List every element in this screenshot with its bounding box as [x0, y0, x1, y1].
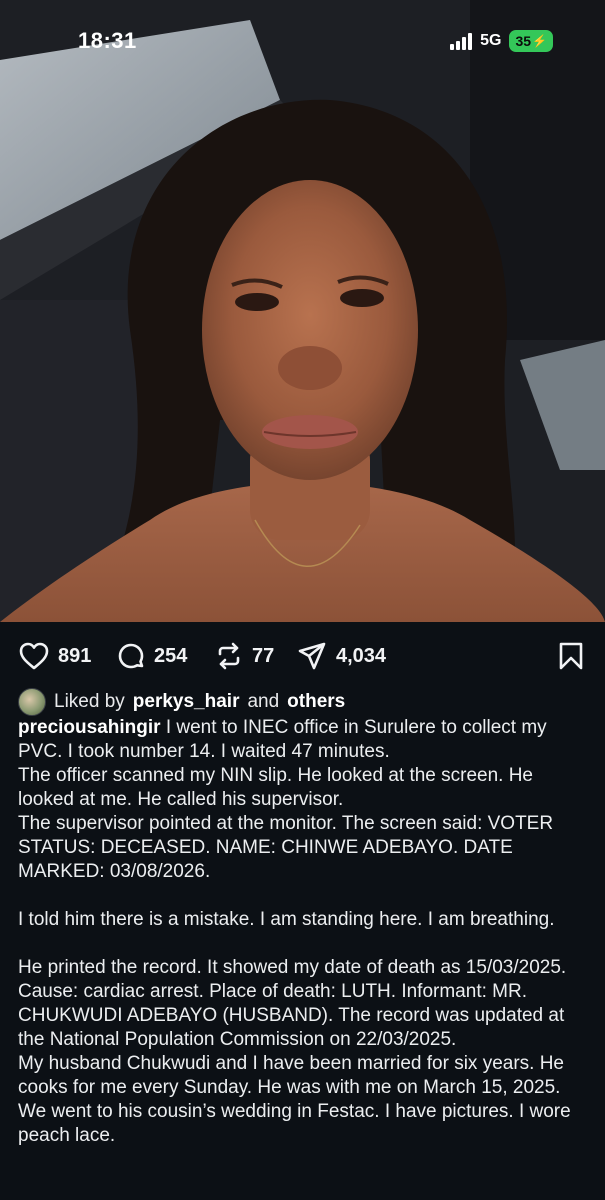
- share-button[interactable]: 4,034: [296, 640, 386, 672]
- heart-icon: [19, 642, 49, 670]
- battery-indicator: 35 ⚡: [509, 30, 553, 52]
- liked-by-row[interactable]: Liked by perkys_hair and others: [18, 686, 345, 718]
- caption-paragraph: The supervisor pointed at the monitor. T…: [18, 813, 554, 882]
- liked-by-others[interactable]: others: [287, 691, 345, 713]
- signal-strength-icon: [450, 32, 473, 50]
- send-icon: [298, 642, 326, 670]
- status-indicators: 5G 35 ⚡: [450, 28, 553, 54]
- repost-button[interactable]: 77: [214, 640, 274, 672]
- post-photo[interactable]: 18:31 5G 35 ⚡: [0, 0, 605, 622]
- selfie-image: [0, 0, 605, 622]
- caption-paragraph: He printed the record. It showed my date…: [18, 957, 567, 1050]
- liked-by-user[interactable]: perkys_hair: [133, 691, 240, 713]
- status-bar: 18:31 5G 35 ⚡: [0, 0, 605, 80]
- author-username[interactable]: preciousahingir: [18, 717, 161, 738]
- save-button[interactable]: [556, 640, 586, 672]
- caption-paragraph: My husband Chukwudi and I have been marr…: [18, 1053, 571, 1146]
- charging-bolt-icon: ⚡: [532, 34, 547, 48]
- comment-bubble-icon: [118, 643, 144, 669]
- caption-paragraph: I told him there is a mistake. I am stan…: [18, 909, 555, 930]
- like-button[interactable]: 891: [18, 640, 91, 672]
- repost-count: 77: [252, 644, 275, 667]
- liker-avatar[interactable]: [18, 688, 46, 716]
- liked-by-and: and: [247, 691, 280, 712]
- caption-paragraph: preciousahingir I went to INEC office in…: [18, 716, 590, 764]
- repost-arrows-icon: [218, 642, 240, 670]
- status-time: 18:31: [78, 28, 137, 53]
- network-type: 5G: [480, 32, 502, 49]
- bookmark-icon: [559, 642, 583, 670]
- comment-count: 254: [154, 644, 188, 667]
- like-count: 891: [58, 644, 92, 667]
- comment-button[interactable]: 254: [116, 640, 187, 672]
- caption-paragraph: The officer scanned my NIN slip. He look…: [18, 765, 534, 810]
- share-count: 4,034: [336, 644, 387, 667]
- post-action-bar: 891 254 77 4,034: [0, 622, 605, 690]
- battery-level: 35: [515, 33, 532, 49]
- liked-by-prefix: Liked by: [54, 691, 125, 712]
- post-caption: preciousahingir I went to INEC office in…: [18, 716, 590, 1148]
